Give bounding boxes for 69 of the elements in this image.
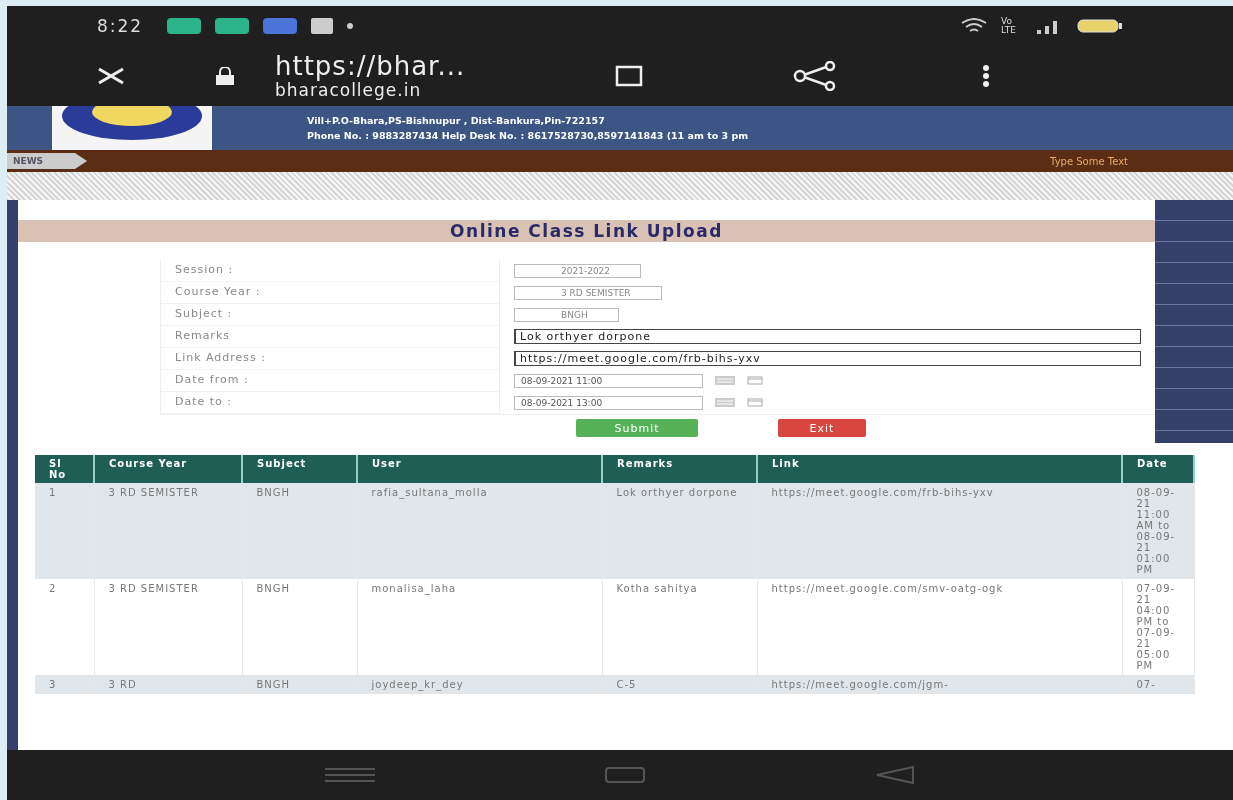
notification-icon: [263, 18, 298, 34]
page-title: https://bhar...: [275, 52, 466, 80]
calendar-icon[interactable]: [715, 398, 735, 407]
dropdown-field[interactable]: BNGH: [514, 307, 619, 322]
notification-icon: [215, 18, 250, 34]
column-header: Course Year: [94, 455, 242, 483]
table-cell: 3 RD SEMISTER: [94, 579, 242, 675]
column-header: Remarks: [602, 455, 757, 483]
battery-icon: [1077, 19, 1123, 33]
table-cell: rafia_sultana_molla: [357, 483, 602, 579]
lock-icon: [215, 67, 235, 85]
address-text: Vill+P.O-Bhara,PS-Bishnupur , Dist-Bankura,Pin-722157: [307, 115, 606, 126]
table-cell: https://meet.google.com/jgm-: [757, 675, 1122, 694]
table-cell: 07-09-21 04:00 PM to 07-09-21 05:00 PM: [1122, 579, 1194, 675]
table-cell: BNGH: [242, 483, 357, 579]
column-header: User: [357, 455, 602, 483]
table-cell: Kotha sahitya: [602, 579, 757, 675]
date-input[interactable]: 08-09-2021 13:00: [514, 395, 703, 410]
calendar-icon[interactable]: [715, 376, 735, 385]
table-cell: https://meet.google.com/smv-oatg-ogk: [757, 579, 1122, 675]
close-icon[interactable]: [97, 67, 125, 85]
field-label: Course Year :: [160, 282, 500, 304]
network-label: Vo LTE: [1001, 17, 1017, 35]
table-cell: BNGH: [242, 579, 357, 675]
table-cell: 08-09-21 11:00 AM to 08-09-21 01:00 PM: [1122, 483, 1194, 579]
field-label: Session :: [160, 260, 500, 282]
share-icon[interactable]: [793, 61, 838, 91]
phone-text: Phone No. : 9883287434 Help Desk No. : 8617528730,8597141843 (11 am to 3 pm: [307, 130, 749, 141]
notification-icon: [167, 18, 202, 34]
dropdown-field[interactable]: 2021-2022: [514, 263, 642, 278]
table-cell: Lok orthyer dorpone: [602, 483, 757, 579]
news-label: NEWS: [7, 153, 87, 169]
bookmark-icon[interactable]: [615, 65, 644, 87]
field-label: Date from :: [160, 370, 500, 392]
column-header: Link: [757, 455, 1122, 483]
table-cell: BNGH: [242, 675, 357, 694]
exit-button[interactable]: Exit: [778, 419, 866, 437]
table-cell: 07-: [1122, 675, 1194, 694]
column-header: Date: [1122, 455, 1194, 483]
table-cell: 3: [35, 675, 94, 694]
table-cell: monalisa_laha: [357, 579, 602, 675]
submit-button[interactable]: Submit: [576, 419, 698, 437]
text-input[interactable]: Lok orthyer dorpone: [514, 329, 1141, 344]
field-label: Date to :: [160, 392, 500, 414]
home-icon[interactable]: [605, 767, 645, 783]
table-cell: C-5: [602, 675, 757, 694]
domain-text: bharacollege.in: [275, 80, 422, 100]
dropdown-field[interactable]: 3 RD SEMISTER: [514, 285, 662, 300]
news-ticker: Type Some Text: [1050, 155, 1128, 167]
dot-icon: [347, 23, 354, 29]
back-icon[interactable]: [875, 766, 915, 784]
clock-time: 8:22: [97, 16, 144, 36]
column-header: Sl No: [35, 455, 94, 483]
table-cell: https://meet.google.com/frb-bihs-yxv: [757, 483, 1122, 579]
text-input[interactable]: https://meet.google.com/frb-bihs-yxv: [514, 351, 1141, 366]
table-cell: 2: [35, 579, 94, 675]
field-label: Link Address :: [160, 348, 500, 370]
menu-icon[interactable]: [982, 64, 991, 88]
table-cell: 3 RD SEMISTER: [94, 483, 242, 579]
column-header: Subject: [242, 455, 357, 483]
table-cell: 3 RD: [94, 675, 242, 694]
date-input[interactable]: 08-09-2021 11:00: [514, 373, 703, 388]
wifi-icon: [961, 18, 987, 34]
table-cell: joydeep_kr_dey: [357, 675, 602, 694]
field-label: Subject :: [160, 304, 500, 326]
form-title: Online Class Link Upload: [18, 220, 1155, 242]
table-cell: 1: [35, 483, 94, 579]
field-label: Remarks: [160, 326, 500, 348]
gallery-icon: [311, 18, 334, 34]
